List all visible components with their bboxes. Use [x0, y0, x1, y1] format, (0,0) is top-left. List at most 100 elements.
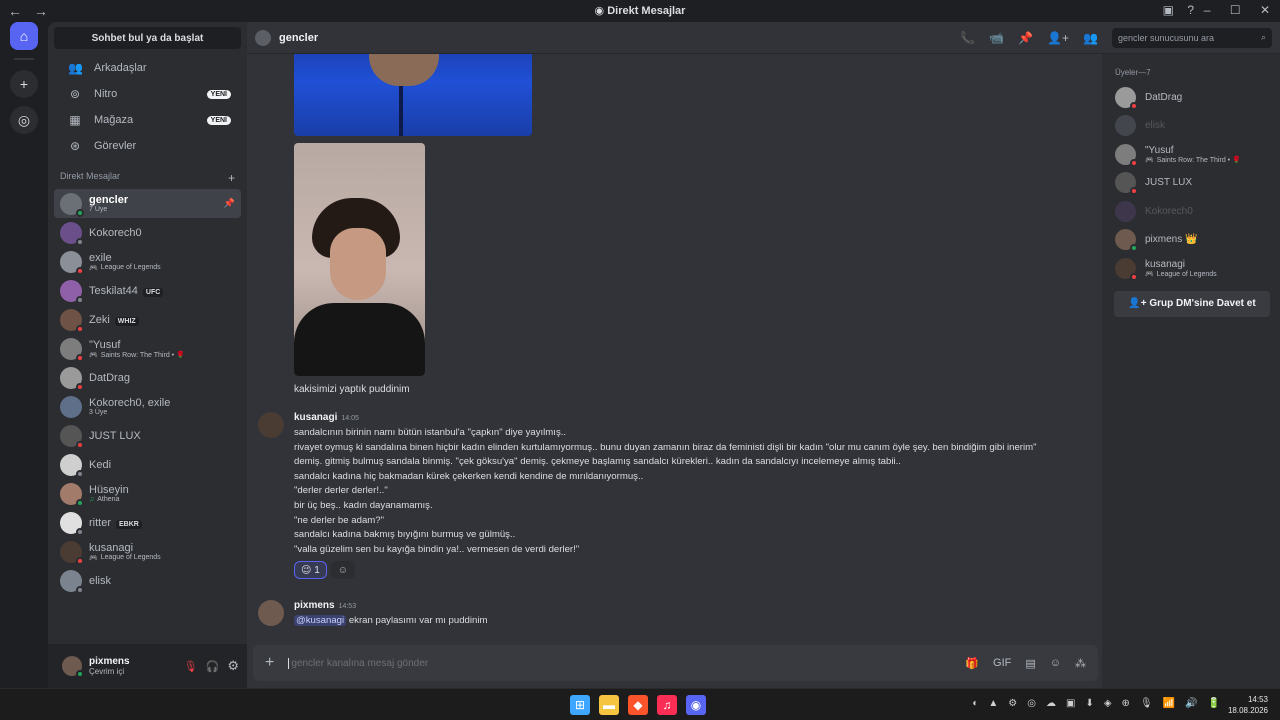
dm-item[interactable]: Kokorech0 [54, 218, 241, 247]
pin-icon[interactable]: 📌 [224, 198, 235, 209]
user-info[interactable]: pixmens Çevrim içi [89, 656, 176, 676]
message-line: sandalcının birinin namı bütün istanbul'… [294, 427, 567, 438]
member-item[interactable]: elisk [1102, 112, 1280, 141]
message-author[interactable]: kusanagi [294, 412, 337, 423]
message-area[interactable]: kakisimizi yaptık puddinim kusanagi 14:05… [247, 54, 1102, 688]
reactions: 😉 1 ☺ [294, 561, 359, 579]
dm-item[interactable]: Teskilat44 UFC [54, 276, 241, 305]
mute-mic-icon[interactable]: 🎙 [184, 660, 198, 673]
tray-11-icon[interactable]: 🔊 [1185, 698, 1197, 709]
search-input[interactable]: gencler sunucusunu ara ⌕ [1112, 27, 1272, 48]
emoji-icon[interactable]: ☺ [1050, 657, 1061, 669]
new-badge: YENİ [206, 115, 231, 125]
dm-name: ritter [89, 516, 111, 529]
explore-button[interactable]: ◎ [10, 106, 38, 134]
dm-name: Kedi [89, 458, 112, 471]
dm-activity: 7 Üye [89, 206, 108, 213]
member-name: Kokorech0 [1145, 205, 1193, 217]
invite-to-group-button[interactable]: 👤+ Grup DM'sine Davet et [1114, 290, 1270, 317]
deafen-headset-icon[interactable]: 🎧 [206, 660, 220, 673]
dm-item[interactable]: Kokorech0, exile 3 Üye [54, 392, 241, 421]
tray-6-icon[interactable]: ⬇ [1085, 698, 1093, 709]
system-tray: ◐ ▲ ⚙ ◎ ☁ ▣ ⬇ ◈ ⊕ 🎙 📶 🔊 🔋 [962, 698, 1220, 709]
member-item[interactable]: JUST LUX [1102, 169, 1280, 198]
tray-0-icon[interactable]: ◐ [972, 698, 978, 709]
maximize-button[interactable]: ☐ [1230, 3, 1241, 17]
sidebar-item-nitro[interactable]: ⊚ Nitro YENİ [54, 81, 241, 107]
dm-subtext: ♫ Athena [89, 496, 235, 503]
taskbar-app-4-icon[interactable]: ◉ [686, 695, 706, 715]
tray-12-icon[interactable]: 🔋 [1208, 698, 1220, 709]
tray-1-icon[interactable]: ▲ [988, 698, 998, 709]
member-text: elisk [1145, 120, 1165, 131]
tray-8-icon[interactable]: ⊕ [1122, 698, 1130, 709]
inbox-icon[interactable]: ▣ [1163, 3, 1174, 17]
video-call-icon[interactable]: 📹 [989, 31, 1004, 45]
member-list-icon[interactable]: 👥 [1083, 31, 1098, 45]
dm-item[interactable]: Kedi [54, 450, 241, 479]
taskbar-app-0-icon[interactable]: ⊞ [570, 695, 590, 715]
dm-item[interactable]: DatDrag [54, 363, 241, 392]
image-attachment[interactable] [294, 54, 532, 136]
find-conversation-button[interactable]: Sohbet bul ya da başlat [54, 27, 241, 49]
sidebar-item-mağaza[interactable]: ▦ Mağaza YENİ [54, 107, 241, 133]
dm-item[interactable]: elisk [54, 566, 241, 595]
dm-item[interactable]: "Yusuf 🎮 Saints Row: The Third • 🌹 [54, 334, 241, 363]
add-reaction-button[interactable]: ☺ [330, 561, 355, 579]
dm-item[interactable]: Hüseyin ♫ Athena [54, 479, 241, 508]
pinned-messages-icon[interactable]: 📌 [1018, 31, 1033, 45]
gift-icon[interactable]: 🎁 [965, 657, 979, 670]
image-attachment-selfie[interactable] [294, 143, 425, 376]
home-button[interactable]: ⌂ [10, 22, 38, 50]
tray-2-icon[interactable]: ⚙ [1008, 698, 1017, 709]
add-server-button[interactable]: + [10, 70, 38, 98]
clock[interactable]: 14:53 18.08.2026 [1228, 694, 1268, 716]
dm-item[interactable]: exile 🎮 League of Legends [54, 247, 241, 276]
status-indicator [76, 527, 84, 536]
sticker-icon[interactable]: ▤ [1025, 657, 1035, 670]
member-item[interactable]: DatDrag [1102, 83, 1280, 112]
add-friends-icon[interactable]: 👤+ [1047, 31, 1069, 45]
create-dm-button[interactable]: + [228, 171, 235, 185]
member-item[interactable]: kusanagi 🎮 League of Legends [1102, 254, 1280, 283]
minimize-button[interactable]: – [1204, 3, 1211, 17]
member-item[interactable]: pixmens 👑 [1102, 226, 1280, 255]
sidebar-item-görevler[interactable]: ⊛ Görevler [54, 133, 241, 159]
message-text: ekran paylasımı var mı puddinim [346, 615, 488, 626]
dm-item[interactable]: ritter EBKR [54, 508, 241, 537]
message-content: @kusanagi ekran paylasımı var mı puddini… [294, 614, 1054, 629]
tray-9-icon[interactable]: 🎙 [1140, 698, 1153, 709]
taskbar-app-3-icon[interactable]: ♫ [657, 695, 677, 715]
reaction-wink[interactable]: 😉 1 [294, 561, 327, 579]
avatar [1115, 257, 1138, 281]
close-button[interactable]: ✕ [1260, 3, 1270, 17]
sidebar-item-arkadaşlar[interactable]: 👥 Arkadaşlar [54, 55, 241, 81]
message-composer[interactable]: + gencler kanalına mesaj gönder 🎁 GIF ▤ … [253, 645, 1098, 681]
avatar[interactable] [258, 412, 284, 438]
settings-gear-icon[interactable]: ⚙ [227, 658, 239, 674]
message-author[interactable]: pixmens [294, 600, 335, 611]
dm-item[interactable]: Zeki WHIZ [54, 305, 241, 334]
tray-3-icon[interactable]: ◎ [1027, 698, 1036, 709]
taskbar-app-2-icon[interactable]: ◆ [628, 695, 648, 715]
attach-plus-icon[interactable]: + [265, 654, 274, 672]
apps-icon[interactable]: ⁂ [1075, 657, 1086, 670]
dm-item[interactable]: gencler 7 Üye 📌 [54, 189, 241, 218]
avatar[interactable] [62, 656, 84, 678]
dm-item[interactable]: JUST LUX [54, 421, 241, 450]
tray-10-icon[interactable]: 📶 [1163, 698, 1175, 709]
message-input[interactable]: gencler kanalına mesaj gönder [288, 657, 951, 669]
dm-item[interactable]: kusanagi 🎮 League of Legends [54, 537, 241, 566]
tray-7-icon[interactable]: ◈ [1104, 698, 1112, 709]
taskbar-app-1-icon[interactable]: ▬ [599, 695, 619, 715]
voice-call-icon[interactable]: 📞 [960, 31, 975, 45]
avatar[interactable] [258, 600, 284, 626]
status-indicator [76, 670, 84, 678]
gif-icon[interactable]: GIF [993, 657, 1011, 669]
tray-5-icon[interactable]: ▣ [1066, 698, 1075, 709]
avatar [1115, 86, 1138, 110]
user-mention[interactable]: @kusanagi [294, 615, 347, 626]
member-item[interactable]: "Yusuf 🎮 Saints Row: The Third • 🌹 [1102, 140, 1280, 169]
tray-4-icon[interactable]: ☁ [1046, 698, 1056, 709]
member-item[interactable]: Kokorech0 [1102, 197, 1280, 226]
